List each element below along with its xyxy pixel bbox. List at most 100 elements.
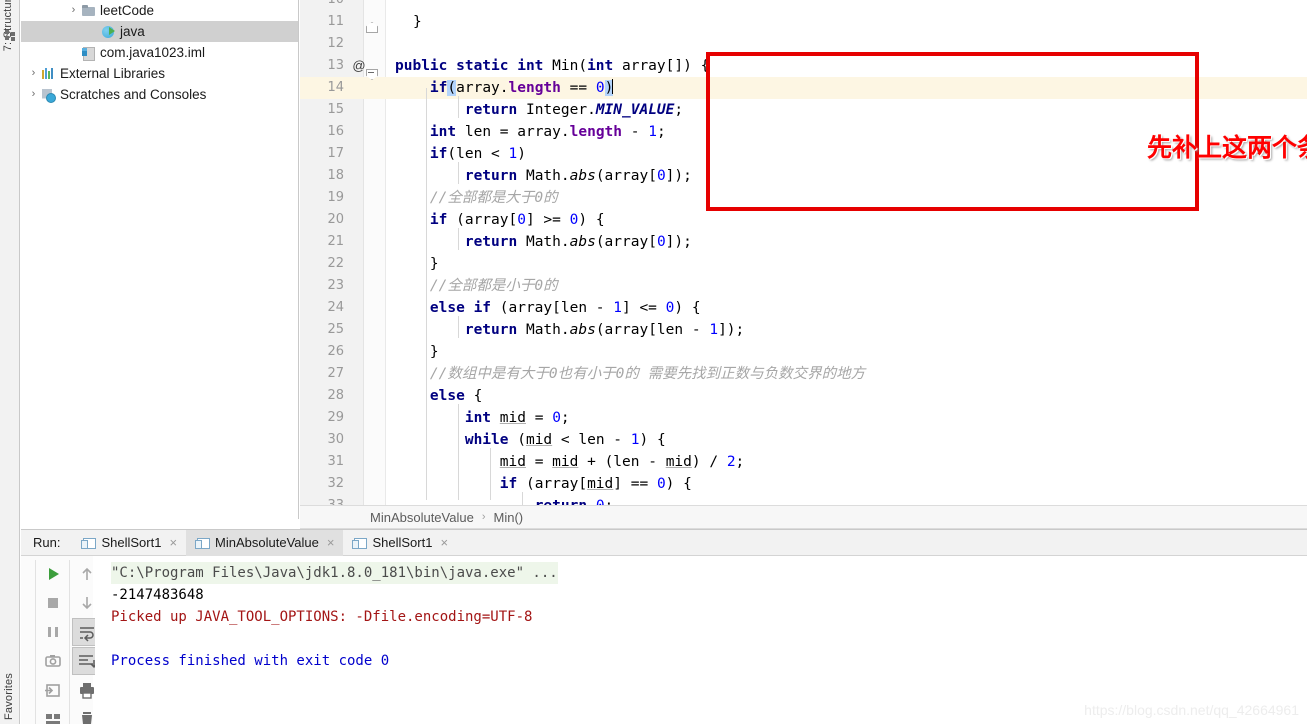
run-panel-label: Run: [33,535,61,550]
line-number: 15 [327,102,344,117]
close-icon[interactable]: × [169,535,177,550]
tree-item-label: leetCode [100,3,155,18]
camera-icon[interactable] [38,647,68,675]
line-number: 31 [327,454,344,469]
fold-marker-open-icon[interactable] [366,68,377,79]
line-number: 30 [327,432,344,447]
code-line-19: //全部都是大于0的 [395,190,558,206]
code-line-33: return 0; [395,495,614,505]
code-line-21: return Math.abs(array[0]); [464,234,692,250]
chevron-right-icon[interactable]: › [27,84,40,105]
code-line-13: public static int Min(int array[]) { [395,58,710,74]
run-panel: Run: ShellSort1 × MinAbsoluteValue × ShellSo… [21,529,1307,724]
line-number: 18 [327,168,344,183]
tree-item-label: java [120,24,145,39]
tree-item-com-java1023-iml[interactable]: ›com.java1023.iml [21,42,298,63]
code-line-26: } [395,344,439,360]
iml-file-icon [80,45,97,61]
ide-window: 7: Structure Favorites ›leetCode›java›co… [0,0,1307,724]
breadcrumb-separator-icon: › [481,511,486,523]
tree-item-label: Scratches and Consoles [60,87,207,102]
run-toolbar [21,556,102,724]
code-line-30: while (mid < len - 1) { [464,432,666,448]
console-finished-line: Process finished with exit code 0 [111,653,390,669]
line-number: 23 [327,278,344,293]
tree-item-leetcode[interactable]: › leetCode [21,0,298,21]
code-line-14: if(array.length == 0) [429,79,614,96]
tree-item-label: com.java1023.iml [100,45,206,60]
layout-icon[interactable] [38,705,68,724]
code-line-32: if (array[mid] == 0) { [499,476,692,492]
run-tab-label: MinAbsoluteValue [215,535,319,550]
left-tool-strip: 7: Structure Favorites [0,0,20,724]
line-number: 33 [300,495,344,505]
fold-marker-close-icon[interactable] [366,22,377,33]
pause-icon[interactable] [38,618,68,646]
code-line-25: return Math.abs(array[len - 1]); [464,322,745,338]
run-config-icon [195,537,211,549]
line-number: 19 [327,190,344,205]
run-tab-minabsolutevalue[interactable]: MinAbsoluteValue × [186,529,344,556]
line-number: 22 [327,256,344,271]
console-output[interactable]: "C:\Program Files\Java\jdk1.8.0_181\bin\… [95,556,1307,724]
tree-item-scratches-and-consoles[interactable]: › Scratches and Consoles [21,84,298,105]
stop-icon[interactable] [38,589,68,617]
close-icon[interactable]: × [327,535,335,550]
code-line-24: else if (array[len - 1] <= 0) { [429,300,701,316]
run-config-icon [81,537,97,549]
editor-code-area[interactable]: 10111213@1415161718192021222324252627282… [300,0,1307,505]
run-play-icon[interactable] [38,560,68,588]
breadcrumb-method[interactable]: Min() [494,510,524,525]
line-number: 16 [327,124,344,139]
project-tree-panel: ›leetCode›java›com.java1023.iml›External… [21,0,299,519]
run-tab-bar: Run: ShellSort1 × MinAbsoluteValue × ShellSo… [21,529,1307,556]
line-number: 28 [327,388,344,403]
library-icon [40,66,57,82]
line-number: 21 [327,234,344,249]
close-icon[interactable]: × [440,535,448,550]
annotation-text: 先补上这两个条件 [1147,133,1307,162]
line-number: 20 [327,212,344,227]
breadcrumb: MinAbsoluteValue › Min() [300,505,1307,529]
line-number: 27 [327,366,344,381]
line-number: 17 [327,146,344,161]
editor-line-row: 11 [300,11,1307,33]
structure-tool-label[interactable]: 7: Structure [2,0,14,51]
code-line-29: int mid = 0; [464,410,570,426]
run-tab-shellsort1[interactable]: ShellSort1 × [343,530,457,556]
editor-line-row: 22 [300,253,1307,275]
code-line-23: //全部都是小于0的 [395,278,558,294]
tree-item-java[interactable]: ›java [21,21,298,42]
line-number: 32 [327,476,344,491]
grid-icon[interactable] [5,30,16,41]
chevron-right-icon[interactable]: › [67,0,80,21]
line-number: 14 [327,80,344,95]
code-line-16: int len = array.length - 1; [429,124,666,140]
code-line-28: else { [429,388,483,404]
line-number: 13 [327,58,344,73]
chevron-right-icon[interactable]: › [27,63,40,84]
run-tabs-list: ShellSort1 × MinAbsoluteValue × ShellSort1 × [72,529,457,556]
run-config-icon [352,537,368,549]
code-line-11: } [413,14,422,30]
line-number: 10 [300,0,344,11]
editor-line-row: 10 [300,0,1307,11]
line-number: 12 [327,36,344,51]
line-number: 11 [327,14,344,29]
export-icon[interactable] [38,676,68,704]
editor-line-row: 26 [300,341,1307,363]
tree-item-external-libraries[interactable]: › External Libraries [21,63,298,84]
breadcrumb-class[interactable]: MinAbsoluteValue [370,510,474,525]
line-number: 26 [327,344,344,359]
java-module-icon [100,24,117,40]
console-output-line: -2147483648 [111,587,204,603]
scratches-icon [40,87,57,103]
code-line-15: return Integer.MIN_VALUE; [464,102,684,118]
code-line-17: if(len < 1) [429,146,526,162]
console-command-line: "C:\Program Files\Java\jdk1.8.0_181\bin\… [111,562,558,584]
favorites-tool-label[interactable]: Favorites [3,673,15,720]
run-toolbar-column-primary [35,560,69,724]
code-editor[interactable]: 10111213@1415161718192021222324252627282… [300,0,1307,505]
run-tab-shellsort1[interactable]: ShellSort1 × [72,530,186,556]
